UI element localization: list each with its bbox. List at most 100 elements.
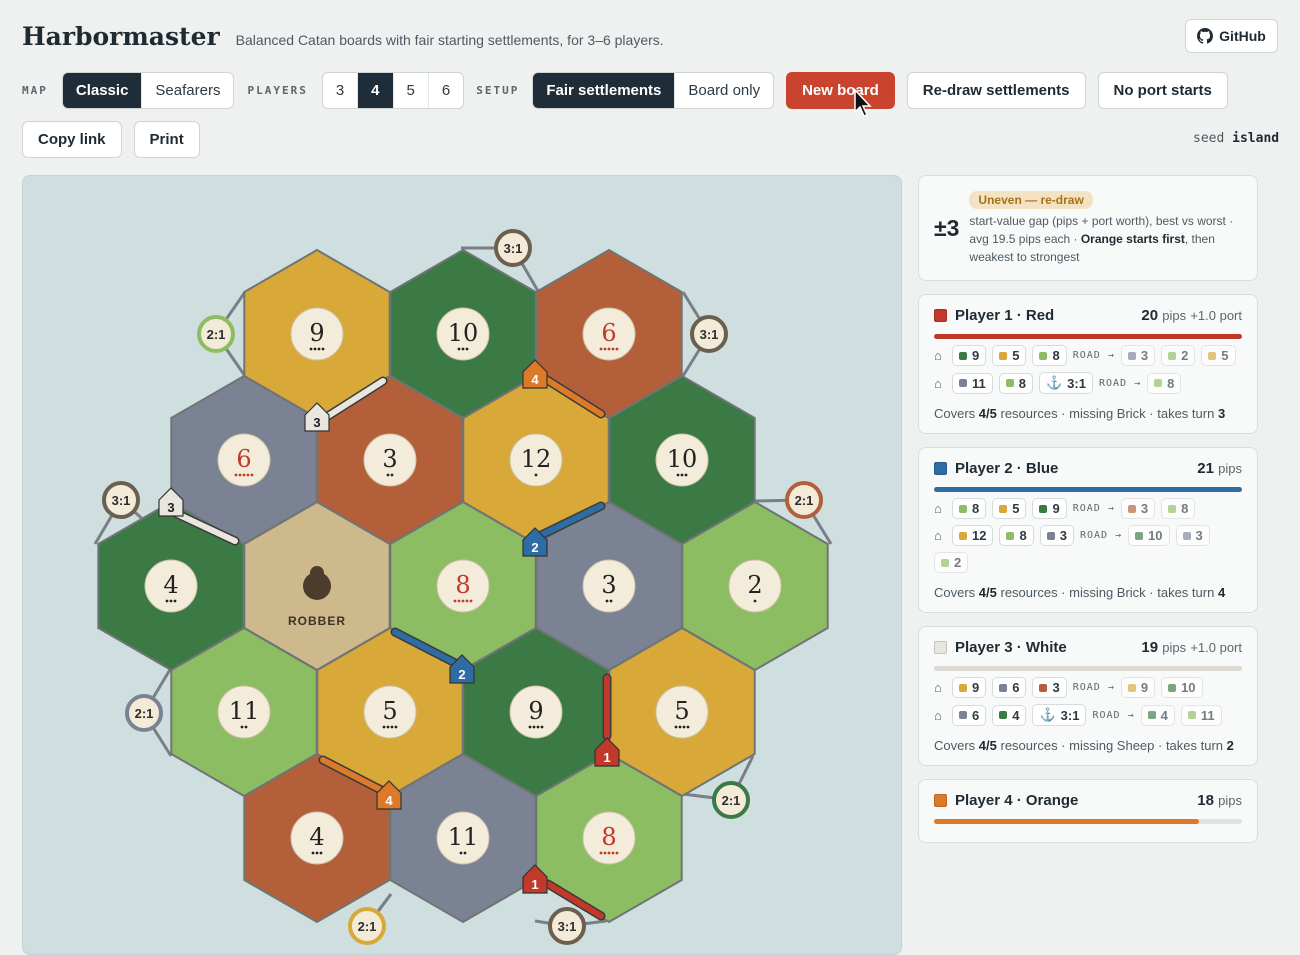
resource-swatch [1006, 531, 1015, 540]
header: Harbormaster Balanced Catan boards with … [22, 22, 664, 51]
house-icon: ⌂ [934, 528, 942, 543]
map-option-seafarers[interactable]: Seafarers [141, 73, 233, 108]
no-port-starts-button[interactable]: No port starts [1097, 72, 1228, 109]
player-swatch [934, 462, 947, 475]
new-board-button[interactable]: New board [786, 72, 895, 109]
player-pips: 20 pips +1.0 port [1141, 307, 1242, 324]
number-token: 5 [674, 697, 689, 725]
balance-summary-card: ±3 Uneven — re-draw start-value gap (pip… [918, 175, 1258, 281]
missing-text: resources · missing Brick · takes turn [996, 406, 1218, 421]
chip-value: 9 [1052, 501, 1060, 516]
port-5: 2:1 [125, 667, 173, 757]
resource-chip: 3 [1175, 525, 1210, 546]
chip-value: 6 [1012, 680, 1020, 695]
pips-value: 21 [1197, 460, 1214, 477]
resource-chip: 8 [998, 372, 1033, 394]
github-button[interactable]: GitHub [1185, 19, 1278, 53]
resource-swatch [1135, 531, 1144, 540]
player-pips: 19 pips +1.0 port [1141, 639, 1242, 656]
resource-chip: 6 [952, 704, 987, 726]
resource-chip: 9 [952, 345, 987, 366]
map-toggle: Classic Seafarers [61, 72, 235, 109]
anchor-icon: ⚓ [1045, 375, 1063, 390]
chip-value: 11 [972, 375, 986, 391]
chip-value: 9 [972, 348, 980, 363]
strength-bar [934, 666, 1242, 671]
settlement-order: 2 [458, 667, 465, 682]
resource-swatch [959, 504, 967, 513]
players-label: PLAYERS [247, 84, 308, 97]
players-toggle: 3 4 5 6 [321, 72, 465, 109]
github-icon [1197, 28, 1214, 44]
chip-value: 3 [1140, 501, 1149, 516]
chip-value: 9 [972, 680, 980, 695]
resource-swatch [1127, 683, 1136, 692]
resource-swatch [1147, 711, 1156, 719]
copy-link-button[interactable]: Copy link [22, 121, 122, 158]
port-chip-label: 3:1 [1067, 375, 1086, 391]
players-option-3[interactable]: 3 [323, 73, 357, 108]
resource-swatch [1039, 504, 1048, 513]
resource-swatch [1046, 531, 1055, 540]
resource-swatch [1168, 351, 1177, 360]
redraw-settlements-button[interactable]: Re-draw settlements [906, 72, 1086, 109]
print-button[interactable]: Print [133, 121, 200, 158]
number-token: 12 [521, 445, 552, 473]
seed-value: island [1232, 131, 1280, 146]
chip-value: 3 [1052, 680, 1060, 695]
resource-swatch [959, 683, 967, 692]
map-label: MAP [22, 84, 48, 97]
chip-value: 8 [1181, 501, 1189, 516]
player-pips: 21 pips [1197, 460, 1242, 477]
players-option-6[interactable]: 6 [427, 73, 463, 108]
resource-chip: 3 [1039, 525, 1074, 546]
chip-value: 10 [1148, 528, 1163, 543]
setup-option-fair[interactable]: Fair settlements [533, 73, 675, 108]
port-label: 2:1 [135, 706, 154, 721]
resource-swatch [1127, 504, 1136, 513]
resource-swatch [999, 711, 1008, 719]
turn-value: 2 [1226, 738, 1234, 753]
github-label: GitHub [1219, 28, 1266, 44]
number-token: 5 [382, 697, 397, 725]
resource-swatch [959, 711, 967, 719]
covers-text: Covers [934, 585, 979, 600]
chip-value: 3 [1195, 528, 1203, 543]
port-label: 3:1 [558, 919, 577, 934]
player-card-1: Player 1 · Red 20 pips +1.0 port ⌂ 9 5 8 ROA… [918, 294, 1258, 434]
chip-value: 12 [972, 528, 987, 543]
player-card-4: Player 4 · Orange 18 pips [918, 779, 1258, 843]
resource-chip: 8 [999, 525, 1034, 546]
house-icon: ⌂ [934, 680, 942, 695]
resource-chip: 10 [1161, 677, 1203, 698]
players-option-5[interactable]: 5 [392, 73, 428, 108]
port-label: 2:1 [358, 919, 377, 934]
turn-value: 4 [1217, 585, 1226, 600]
coverage-text: Covers 4/5 resources · missing Sheep · t… [934, 738, 1242, 753]
player-swatch [934, 309, 947, 322]
players-option-4[interactable]: 4 [357, 73, 393, 108]
number-token: 9 [528, 697, 543, 725]
player-card-2: Player 2 · Blue 21 pips ⌂ 8 5 9 ROAD → 3 8 ⌂ 12 8… [918, 447, 1258, 613]
strength-bar [934, 819, 1242, 824]
missing-text: resources · missing Brick · takes turn [996, 585, 1218, 600]
setup-option-board-only[interactable]: Board only [674, 73, 773, 108]
resource-chip: 6 [992, 677, 1027, 698]
port-label: 3:1 [112, 493, 131, 508]
player-name: Player 4 · Orange [955, 792, 1079, 809]
covers-text: Covers [934, 406, 979, 421]
chip-value: 5 [1221, 348, 1229, 363]
resource-chip: 12 [952, 525, 994, 546]
resource-swatch [941, 558, 949, 567]
chip-value: 3 [1140, 348, 1149, 363]
resource-chip: 3 [1032, 677, 1067, 698]
resource-swatch [1208, 351, 1217, 360]
settlement-order: 1 [603, 750, 610, 765]
resource-chip: 5 [1201, 345, 1236, 366]
pips-value: 19 [1141, 639, 1159, 656]
road-label: ROAD → [1072, 350, 1115, 361]
resource-chip: 8 [1147, 372, 1182, 394]
map-option-classic[interactable]: Classic [62, 73, 142, 108]
covers-count: 4/5 [978, 738, 997, 753]
road-label: ROAD → [1079, 530, 1123, 541]
